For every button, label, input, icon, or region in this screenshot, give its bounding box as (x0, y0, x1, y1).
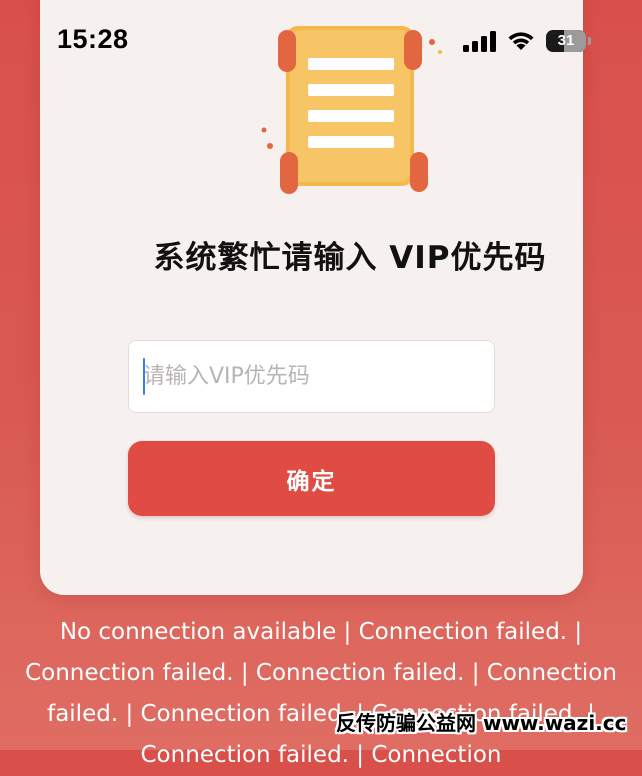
signal-icon (463, 31, 496, 52)
watermark: 反传防骗公益网 www.wazi.cc (336, 711, 627, 735)
status-bar: 15:28 31 (0, 0, 642, 84)
status-time: 15:28 (57, 24, 129, 54)
status-icons: 31 (462, 30, 592, 52)
vip-code-input[interactable] (128, 340, 495, 413)
connection-error-log: No connection available | Connection fai… (25, 619, 617, 768)
dialog-title: 系统繁忙请输入 VIP优先码 (153, 240, 547, 276)
confirm-button[interactable]: 确定 (128, 441, 495, 516)
text-caret (143, 358, 145, 395)
battery-icon: 31 (546, 30, 592, 52)
battery-level: 31 (557, 32, 575, 49)
wifi-icon (508, 32, 534, 50)
